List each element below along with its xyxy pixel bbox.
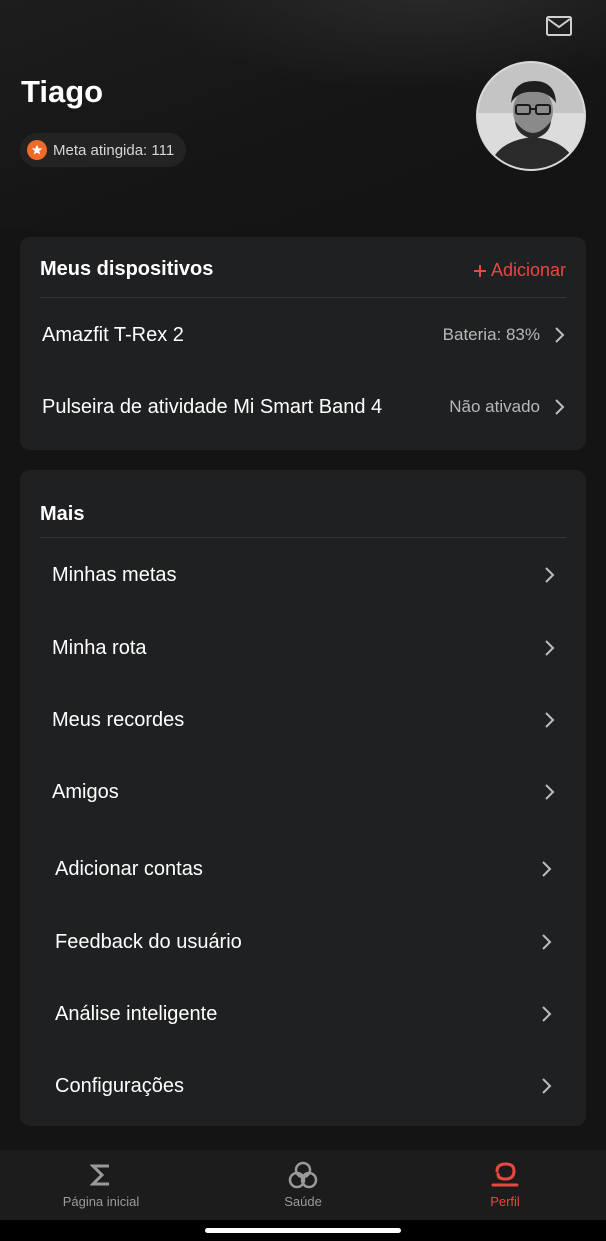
menu-item-label: Meus recordes	[52, 708, 185, 731]
menu-item-meus-recordes[interactable]: Meus recordes	[20, 690, 586, 750]
menu-item-label: Configurações	[55, 1074, 184, 1097]
health-icon	[288, 1160, 318, 1190]
profile-name: Tiago	[21, 74, 104, 109]
chevron-right-icon	[542, 861, 552, 877]
nav-item-home[interactable]: Página inicial	[0, 1150, 202, 1220]
nav-item-profile[interactable]: Perfil	[404, 1150, 606, 1220]
chevron-right-icon	[542, 934, 552, 950]
chevron-right-icon	[555, 399, 565, 415]
menu-item-amigos[interactable]: Amigos	[20, 762, 586, 822]
devices-divider	[40, 297, 566, 298]
device-name: Amazfit T-Rex 2	[42, 323, 184, 346]
chevron-right-icon	[545, 784, 555, 800]
add-device-label: Adicionar	[490, 260, 566, 280]
more-title: Mais	[40, 503, 85, 525]
nav-label: Perfil	[490, 1194, 520, 1209]
menu-item-feedback[interactable]: Feedback do usuário	[20, 912, 586, 972]
nav-label: Saúde	[284, 1194, 322, 1209]
nav-label: Página inicial	[62, 1194, 140, 1209]
device-status: Bateria: 83%	[442, 325, 540, 344]
menu-item-configuracoes[interactable]: Configurações	[20, 1056, 586, 1116]
chevron-right-icon	[542, 1078, 552, 1094]
menu-item-minha-rota[interactable]: Minha rota	[20, 618, 586, 678]
goal-text: Meta atingida: 111	[53, 141, 175, 159]
chevron-right-icon	[545, 712, 555, 728]
nav-item-health[interactable]: Saúde	[202, 1150, 404, 1220]
bottom-nav: Página inicial Saúde Perfil	[0, 1150, 606, 1220]
sigma-icon	[90, 1160, 112, 1190]
device-row[interactable]: Amazfit T-Rex 2 Bateria: 83%	[20, 305, 586, 365]
mail-icon[interactable]	[545, 14, 573, 38]
star-icon	[27, 140, 47, 160]
menu-item-label: Feedback do usuário	[55, 930, 242, 953]
menu-item-label: Minha rota	[52, 636, 147, 659]
menu-item-analise-inteligente[interactable]: Análise inteligente	[20, 984, 586, 1044]
profile-icon	[490, 1160, 520, 1190]
devices-title: Meus dispositivos	[40, 258, 214, 280]
device-name: Pulseira de atividade Mi Smart Band 4	[42, 395, 383, 418]
avatar[interactable]	[476, 61, 586, 171]
more-card: Mais Minhas metas Minha rota Meus record…	[20, 470, 586, 1126]
devices-card: Meus dispositivos Adicionar Amazfit T-Re…	[20, 237, 586, 450]
device-row[interactable]: Pulseira de atividade Mi Smart Band 4 Nã…	[20, 377, 586, 437]
add-device-button[interactable]: Adicionar	[473, 260, 566, 281]
menu-item-minhas-metas[interactable]: Minhas metas	[20, 545, 586, 605]
chevron-right-icon	[555, 327, 565, 343]
menu-item-label: Minhas metas	[52, 563, 177, 586]
menu-item-label: Análise inteligente	[55, 1002, 218, 1025]
chevron-right-icon	[545, 567, 555, 583]
menu-item-label: Adicionar contas	[55, 857, 203, 880]
more-divider	[40, 537, 566, 538]
goal-badge[interactable]: Meta atingida: 111	[20, 133, 187, 167]
menu-item-adicionar-contas[interactable]: Adicionar contas	[20, 839, 586, 899]
menu-item-label: Amigos	[52, 780, 119, 803]
home-indicator[interactable]	[205, 1228, 401, 1233]
chevron-right-icon	[545, 640, 555, 656]
device-status: Não ativado	[449, 397, 540, 416]
plus-icon	[473, 264, 486, 277]
chevron-right-icon	[542, 1006, 552, 1022]
